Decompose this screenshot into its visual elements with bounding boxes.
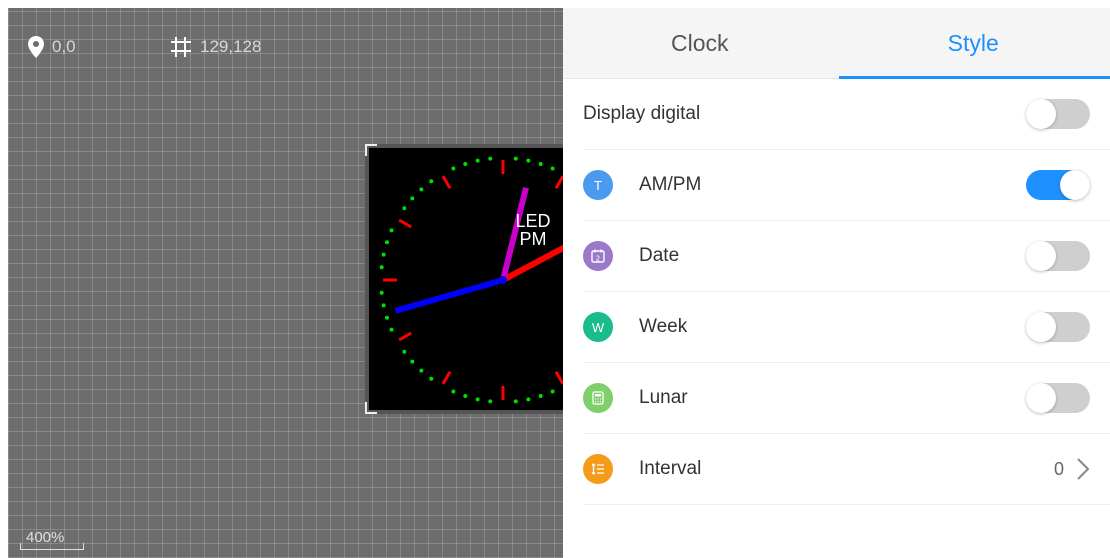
chevron-right-icon	[1077, 458, 1090, 480]
ampm-label: AM/PM	[639, 174, 702, 195]
text-icon: T	[583, 170, 613, 200]
hour-mark	[441, 175, 452, 189]
minute-dot	[513, 399, 518, 404]
analog-clock-face	[379, 156, 563, 404]
date-label: Date	[639, 245, 680, 266]
minute-dot	[538, 394, 543, 399]
date-toggle[interactable]	[1026, 241, 1090, 271]
calendar-icon: 2	[583, 241, 613, 271]
clock-text-line1: LED	[515, 211, 551, 231]
size-value: 129,128	[200, 37, 262, 56]
lunar-label: Lunar	[639, 387, 688, 408]
minute-dot	[389, 228, 394, 233]
minute-dot	[538, 161, 543, 166]
list-icon	[583, 454, 613, 484]
week-toggle[interactable]	[1026, 312, 1090, 342]
week-icon: W	[583, 312, 613, 342]
minute-dot	[389, 327, 394, 332]
minute-dot	[410, 359, 415, 364]
interval-label: Interval	[639, 458, 702, 479]
zoom-level: 400%	[26, 529, 65, 546]
setting-week: W Week	[583, 292, 1110, 363]
minute-dot	[488, 399, 493, 404]
resize-handle-bottom-left[interactable]	[365, 402, 377, 414]
setting-display-digital: Display digital	[583, 79, 1110, 150]
minute-dot	[402, 206, 407, 211]
setting-date: 2 Date	[583, 221, 1110, 292]
size-readout: 129,128	[170, 36, 261, 58]
clock-screen: LED PM	[369, 148, 563, 410]
settings-panel: Clock Style Display digital T AM/PM 2 Da…	[563, 8, 1110, 558]
clock-overlay-text: LED PM	[503, 212, 563, 248]
minute-dot	[513, 156, 518, 161]
minute-dot	[451, 389, 456, 394]
minute-dot	[419, 187, 424, 192]
week-label: Week	[639, 316, 688, 337]
minute-dot	[550, 166, 555, 171]
minute-dot	[384, 240, 389, 245]
hour-mark	[441, 371, 452, 385]
minute-dot	[550, 389, 555, 394]
crop-icon	[171, 37, 191, 57]
minute-dot	[488, 156, 493, 161]
minute-dot	[526, 158, 531, 163]
minute-dot	[429, 179, 434, 184]
lunar-toggle[interactable]	[1026, 383, 1090, 413]
setting-interval[interactable]: Interval 0	[583, 434, 1110, 505]
position-value: 0,0	[52, 37, 76, 56]
second-hand	[394, 277, 504, 314]
minute-dot	[526, 397, 531, 402]
ampm-toggle[interactable]	[1026, 170, 1090, 200]
tab-style[interactable]: Style	[837, 8, 1110, 78]
tab-clock[interactable]: Clock	[563, 8, 837, 78]
svg-text:2: 2	[596, 255, 600, 263]
hour-mark	[554, 175, 563, 189]
minute-dot	[410, 196, 415, 201]
calculator-icon	[583, 383, 613, 413]
minute-dot	[379, 265, 384, 270]
display-digital-toggle[interactable]	[1026, 99, 1090, 129]
minute-dot	[463, 394, 468, 399]
minute-dot	[463, 161, 468, 166]
minute-dot	[429, 376, 434, 381]
interval-value: 0	[1053, 458, 1064, 479]
minute-dot	[451, 166, 456, 171]
hour-mark	[554, 371, 563, 385]
clock-center-cap	[499, 276, 507, 284]
location-pin-icon	[28, 36, 44, 58]
position-readout: 0,0	[28, 36, 76, 58]
resize-handle-top-left[interactable]	[365, 144, 377, 156]
setting-lunar: Lunar	[583, 363, 1110, 434]
minute-dot	[419, 368, 424, 373]
minute-dot	[475, 397, 480, 402]
minute-dot	[402, 349, 407, 354]
minute-dot	[379, 290, 384, 295]
minute-dot	[475, 158, 480, 163]
clock-widget[interactable]: LED PM	[365, 144, 563, 414]
tab-bar: Clock Style	[563, 8, 1110, 79]
hour-mark	[398, 331, 412, 342]
preview-canvas[interactable]: 0,0 129,128 LED PM 400%	[8, 8, 563, 558]
minute-dot	[384, 315, 389, 320]
display-digital-label: Display digital	[583, 103, 701, 124]
setting-ampm: T AM/PM	[583, 150, 1110, 221]
clock-text-line2: PM	[519, 229, 547, 249]
minute-dot	[381, 303, 386, 308]
hour-mark	[398, 218, 412, 229]
minute-dot	[381, 252, 386, 257]
